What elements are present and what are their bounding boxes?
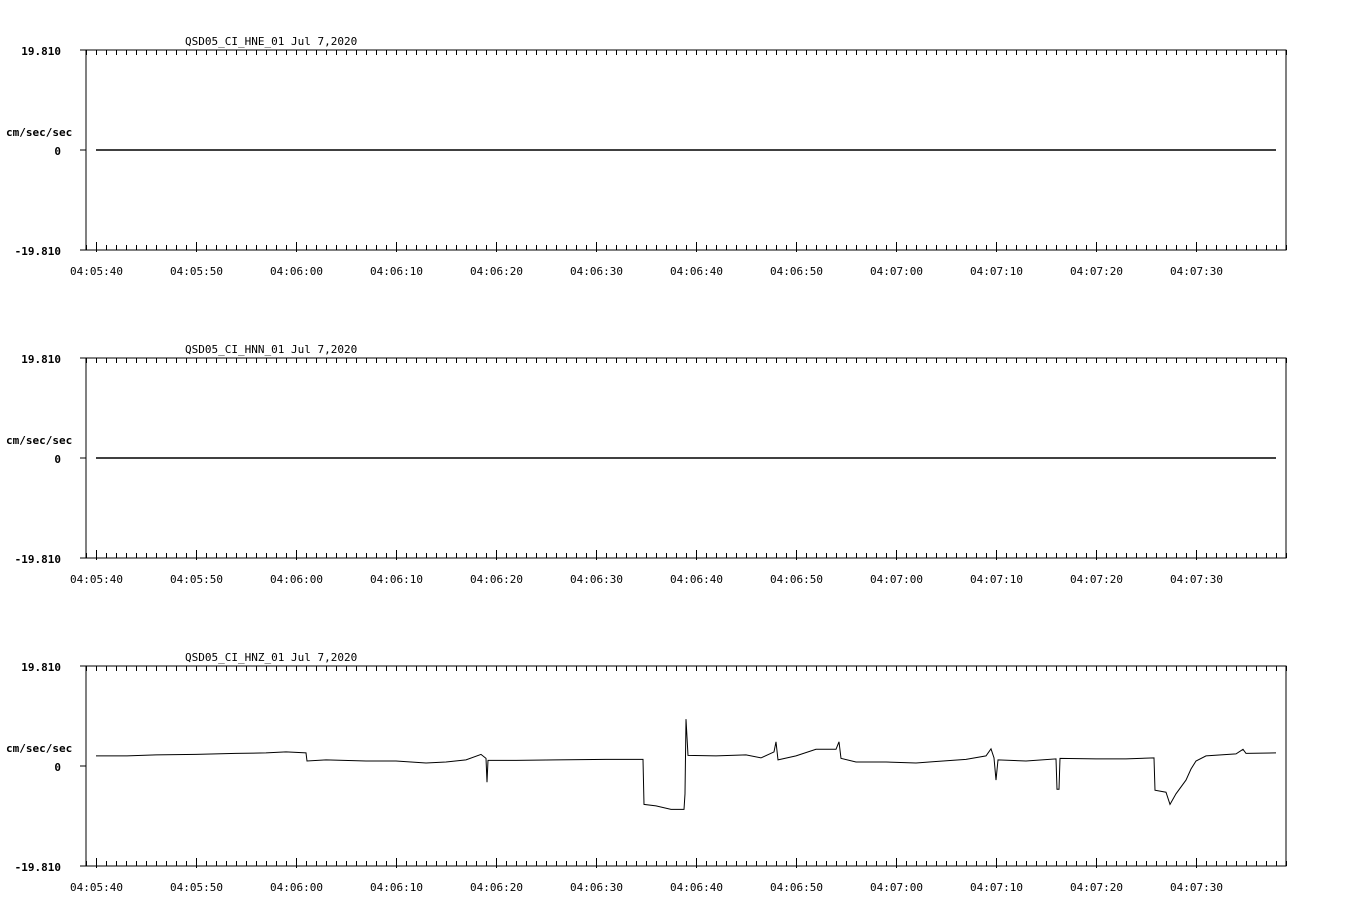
y-tick-label-zero: 0 <box>54 453 61 466</box>
x-tick-label: 04:06:10 <box>370 881 423 894</box>
x-tick-label: 04:07:20 <box>1070 265 1123 278</box>
x-tick-label: 04:07:20 <box>1070 881 1123 894</box>
x-tick-label: 04:06:30 <box>570 265 623 278</box>
x-tick-labels: 04:05:40 04:05:50 04:06:00 04:06:10 04:06:20… <box>70 881 1223 894</box>
x-tick-label: 04:07:00 <box>870 573 923 586</box>
x-tick-label: 04:05:50 <box>170 265 223 278</box>
x-tick-label: 04:06:40 <box>670 881 723 894</box>
x-tick-label: 04:06:50 <box>770 265 823 278</box>
x-tick-label: 04:06:50 <box>770 573 823 586</box>
x-tick-label: 04:05:40 <box>70 265 123 278</box>
x-tick-label: 04:06:40 <box>670 265 723 278</box>
x-tick-label: 04:07:10 <box>970 265 1023 278</box>
plot-frame <box>85 665 1287 867</box>
panel-title: QSD05_CI_HNE_01 Jul 7,2020 <box>185 35 357 48</box>
seismogram-canvas: QSD05_CI_HNE_01 Jul 7,2020 cm/sec/sec 19… <box>6 35 1287 894</box>
x-tick-label: 04:06:00 <box>270 573 323 586</box>
x-tick-label: 04:06:20 <box>470 881 523 894</box>
y-tick-label-top: 19.810 <box>21 45 61 58</box>
x-axis <box>80 357 1287 560</box>
panel-hnz: QSD05_CI_HNZ_01 Jul 7,2020 cm/sec/sec 19… <box>6 651 1287 894</box>
y-tick-label-bottom: -19.810 <box>15 553 61 566</box>
x-tick-label: 04:07:10 <box>970 573 1023 586</box>
x-tick-label: 04:07:00 <box>870 265 923 278</box>
x-tick-label: 04:05:40 <box>70 573 123 586</box>
panel-hne: QSD05_CI_HNE_01 Jul 7,2020 cm/sec/sec 19… <box>6 35 1287 278</box>
y-axis-label: cm/sec/sec <box>6 126 72 139</box>
x-tick-labels: 04:05:40 04:05:50 04:06:00 04:06:10 04:06:20… <box>70 265 1223 278</box>
y-tick-label-zero: 0 <box>54 145 61 158</box>
x-tick-label: 04:05:50 <box>170 573 223 586</box>
y-tick-label-top: 19.810 <box>21 353 61 366</box>
y-tick-label-bottom: -19.810 <box>15 245 61 258</box>
x-tick-label: 04:06:10 <box>370 265 423 278</box>
x-tick-label: 04:06:00 <box>270 265 323 278</box>
x-tick-label: 04:07:00 <box>870 881 923 894</box>
x-tick-label: 04:07:20 <box>1070 573 1123 586</box>
y-axis-label: cm/sec/sec <box>6 742 72 755</box>
x-tick-label: 04:06:20 <box>470 265 523 278</box>
x-tick-label: 04:06:50 <box>770 881 823 894</box>
x-tick-label: 04:06:30 <box>570 573 623 586</box>
x-tick-label: 04:07:10 <box>970 881 1023 894</box>
x-tick-label: 04:06:00 <box>270 881 323 894</box>
x-tick-label: 04:06:40 <box>670 573 723 586</box>
x-tick-label: 04:05:50 <box>170 881 223 894</box>
x-tick-labels: 04:05:40 04:05:50 04:06:00 04:06:10 04:06:20… <box>70 573 1223 586</box>
panel-hnn: QSD05_CI_HNN_01 Jul 7,2020 cm/sec/sec 19… <box>6 343 1287 586</box>
x-tick-label: 04:05:40 <box>70 881 123 894</box>
x-tick-label: 04:07:30 <box>1170 573 1223 586</box>
x-tick-label: 04:07:30 <box>1170 881 1223 894</box>
x-axis <box>80 665 1287 868</box>
x-tick-label: 04:07:30 <box>1170 265 1223 278</box>
y-tick-label-zero: 0 <box>54 761 61 774</box>
x-axis <box>80 49 1287 252</box>
x-tick-label: 04:06:20 <box>470 573 523 586</box>
y-tick-label-bottom: -19.810 <box>15 861 61 874</box>
y-tick-label-top: 19.810 <box>21 661 61 674</box>
y-axis-label: cm/sec/sec <box>6 434 72 447</box>
panel-title: QSD05_CI_HNZ_01 Jul 7,2020 <box>185 651 357 664</box>
waveform-trace <box>96 719 1277 810</box>
panel-title: QSD05_CI_HNN_01 Jul 7,2020 <box>185 343 357 356</box>
x-tick-label: 04:06:10 <box>370 573 423 586</box>
x-tick-label: 04:06:30 <box>570 881 623 894</box>
